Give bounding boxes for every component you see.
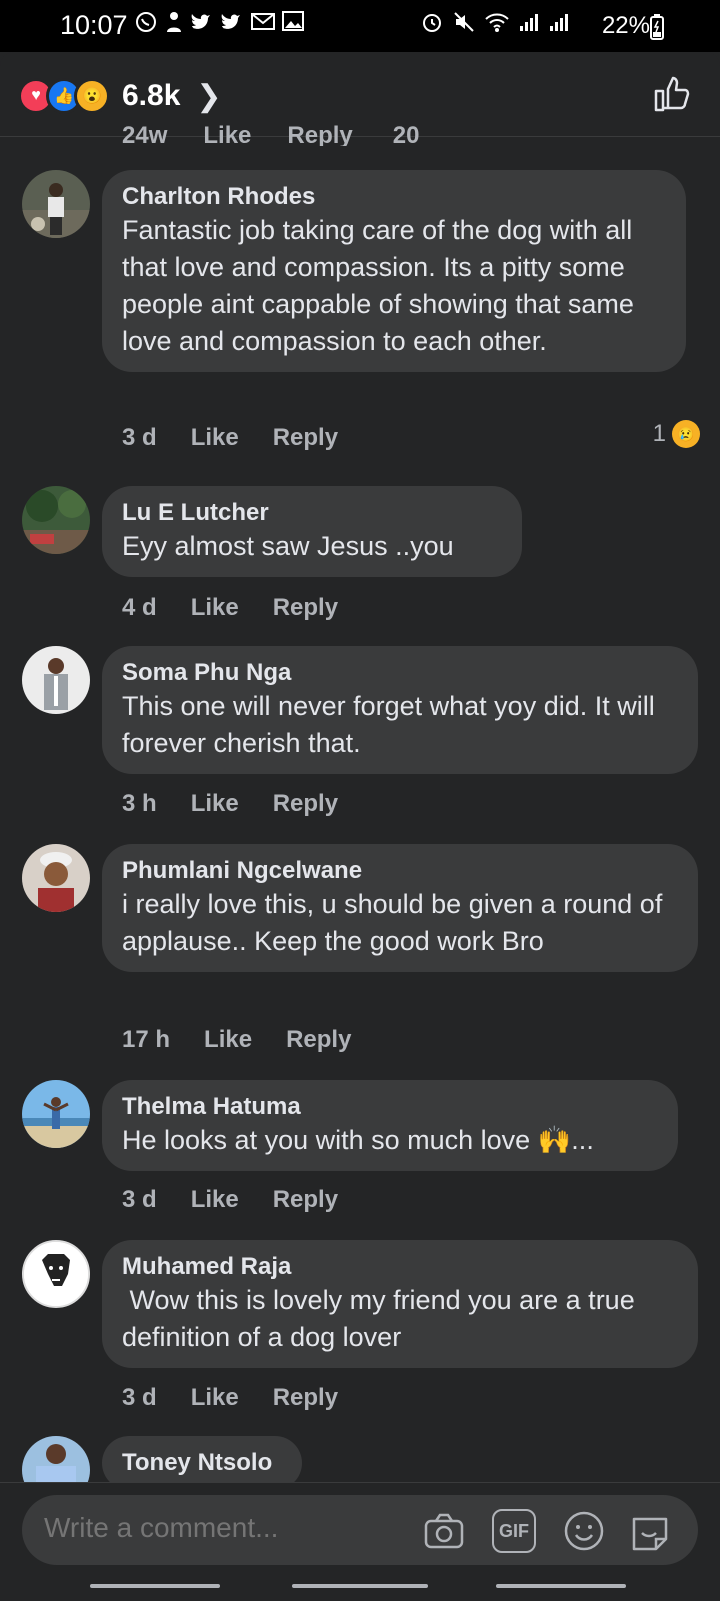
comment-time: 3 h <box>122 790 157 817</box>
gallery-icon <box>282 11 304 31</box>
nav-back-bar[interactable] <box>496 1584 626 1588</box>
mute-icon <box>454 12 474 32</box>
comment-bubble[interactable]: Phumlani Ngcelwane i really love this, u… <box>102 844 698 972</box>
reply-link[interactable]: Reply <box>273 1384 338 1412</box>
avatar[interactable] <box>22 1436 90 1482</box>
signal-icon <box>550 14 568 31</box>
comment-time: 4 d <box>122 594 157 621</box>
comment-actions: 3 h Like Reply <box>122 790 338 818</box>
comment-item: Toney Ntsolo <box>0 1436 720 1482</box>
comment-time: 17 h <box>122 1026 171 1053</box>
chevron-right-icon: ❯ <box>196 79 222 113</box>
comment-time: 24w <box>122 122 168 146</box>
status-notification-icons <box>134 10 304 34</box>
sad-reaction-icon: 😢 <box>672 420 700 448</box>
reaction-count: 1 <box>652 420 666 447</box>
reply-link[interactable]: Reply <box>286 1026 351 1054</box>
comment-actions: 3 d Like Reply <box>122 1384 338 1412</box>
reaction-count: 6.8k <box>122 79 181 112</box>
reply-link[interactable]: Reply <box>273 1186 338 1214</box>
like-link[interactable]: Like <box>203 122 251 146</box>
avatar[interactable] <box>22 1080 90 1148</box>
comment-time: 3 d <box>122 1384 157 1411</box>
reaction-count: 20 <box>392 122 420 146</box>
battery-charging-icon <box>650 14 664 40</box>
comment-bubble[interactable]: Soma Phu Nga This one will never forget … <box>102 646 698 774</box>
reaction-summary[interactable]: ♥ 👍 😮 6.8k ❯ <box>18 76 222 116</box>
comment-text: He looks at you with so much love 🙌... <box>122 1125 594 1155</box>
comment-author[interactable]: Thelma Hatuma <box>122 1092 658 1122</box>
comment-actions: 3 d Like Reply <box>122 424 338 452</box>
reply-link[interactable]: Reply <box>273 424 338 452</box>
comment-bubble[interactable]: Lu E Lutcher Eyy almost saw Jesus ..you <box>102 486 522 577</box>
comment-text: i really love this, u should be given a … <box>122 889 663 956</box>
like-link[interactable]: Like <box>191 424 239 452</box>
wifi-icon <box>485 13 509 32</box>
sticker-icon[interactable] <box>628 1509 672 1553</box>
signal-icon <box>520 14 538 31</box>
whatsapp-icon <box>136 12 156 32</box>
status-system-icons <box>420 10 570 34</box>
comment-text: Fantastic job taking care of the dog wit… <box>122 215 634 356</box>
avatar[interactable] <box>22 646 90 714</box>
comment-author[interactable]: Soma Phu Nga <box>122 658 678 688</box>
avatar[interactable] <box>22 170 90 238</box>
comment-text: Eyy almost saw Jesus ..you <box>122 531 454 561</box>
twitter-icon <box>191 14 210 29</box>
avatar[interactable] <box>22 486 90 554</box>
avatar[interactable] <box>22 1240 90 1308</box>
reply-link[interactable]: Reply <box>273 790 338 818</box>
comment-actions: 3 d Like Reply <box>122 1186 338 1214</box>
comment-author[interactable]: Toney Ntsolo <box>122 1448 282 1478</box>
comment-actions: 4 d Like Reply <box>122 594 338 622</box>
person-icon <box>167 12 181 32</box>
comment-bubble[interactable]: Muhamed Raja Wow this is lovely my frien… <box>102 1240 698 1368</box>
reply-link[interactable]: Reply <box>287 122 352 146</box>
nav-home-bar[interactable] <box>292 1584 428 1588</box>
status-bar: 10:07 22% <box>0 0 720 52</box>
comment-time: 3 d <box>122 424 157 451</box>
battery-percent: 22% <box>601 12 650 39</box>
avatar[interactable] <box>22 844 90 912</box>
comment-author[interactable]: Lu E Lutcher <box>122 498 502 528</box>
comment-input[interactable] <box>42 1511 406 1545</box>
like-link[interactable]: Like <box>204 1026 252 1054</box>
gmail-icon <box>251 13 275 30</box>
like-link[interactable]: Like <box>191 594 239 622</box>
comment-bubble[interactable]: Thelma Hatuma He looks at you with so mu… <box>102 1080 678 1171</box>
comment-actions: 17 h Like Reply <box>122 1026 351 1054</box>
dog-logo-icon <box>24 1242 88 1306</box>
alarm-icon <box>423 14 441 32</box>
status-time: 10:07 <box>60 10 128 40</box>
like-link[interactable]: Like <box>191 1186 239 1214</box>
comment-text: This one will never forget what yoy did.… <box>122 691 655 758</box>
gif-button[interactable]: GIF <box>492 1509 536 1553</box>
previous-comment-meta: 24w Like Reply 20 <box>122 122 419 146</box>
nav-recents-bar[interactable] <box>90 1584 220 1588</box>
comment-bubble[interactable]: Charlton Rhodes Fantastic job taking car… <box>102 170 686 372</box>
comment-reactions[interactable]: 1 😢 <box>653 420 700 448</box>
comment-author[interactable]: Muhamed Raja <box>122 1252 678 1282</box>
camera-icon[interactable] <box>422 1509 466 1553</box>
like-button-icon[interactable] <box>652 74 692 114</box>
wow-reaction-icon: 😮 <box>74 78 110 114</box>
comment-bubble[interactable]: Toney Ntsolo <box>102 1436 302 1482</box>
like-link[interactable]: Like <box>191 790 239 818</box>
emoji-icon[interactable] <box>562 1509 606 1553</box>
comment-author[interactable]: Phumlani Ngcelwane <box>122 856 678 886</box>
like-link[interactable]: Like <box>191 1384 239 1412</box>
twitter-icon <box>221 14 240 29</box>
comment-text: Wow this is lovely my friend you are a t… <box>122 1285 643 1352</box>
comment-time: 3 d <box>122 1186 157 1213</box>
reply-link[interactable]: Reply <box>273 594 338 622</box>
comment-input-box[interactable]: GIF <box>22 1495 698 1565</box>
comment-author[interactable]: Charlton Rhodes <box>122 182 666 212</box>
